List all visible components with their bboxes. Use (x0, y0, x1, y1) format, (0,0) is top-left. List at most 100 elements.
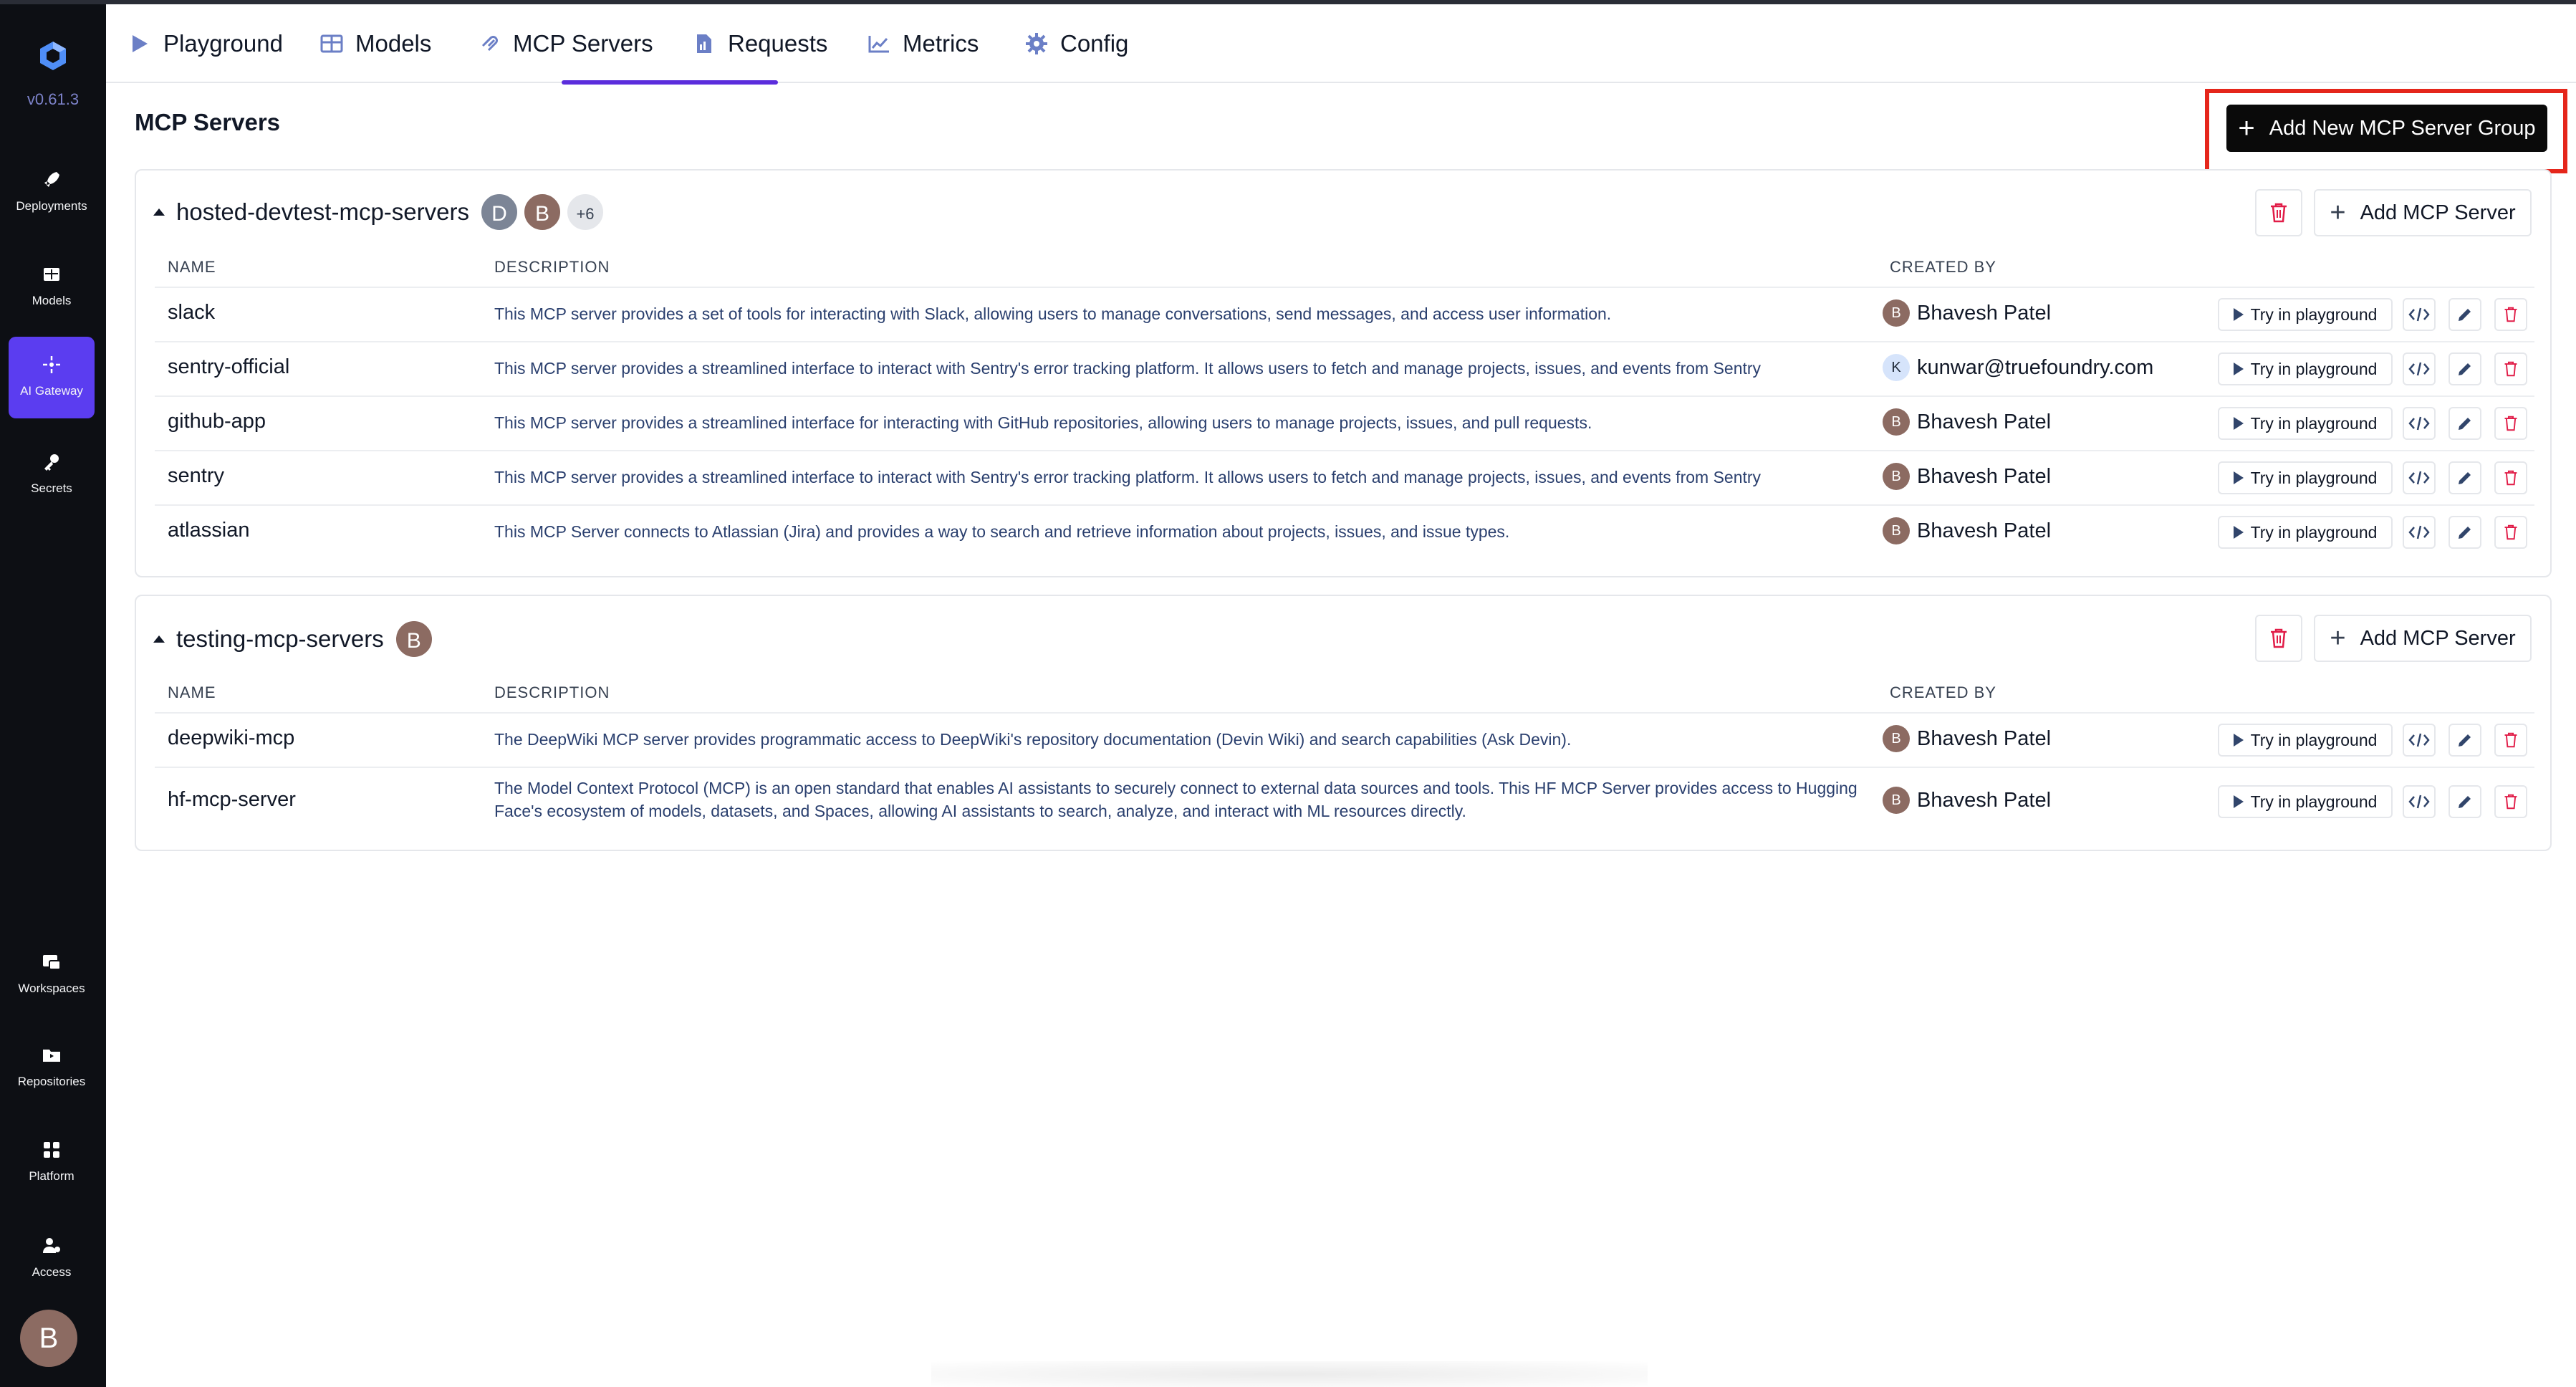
sidebar-item-deployments[interactable]: Deployments (9, 152, 95, 234)
sidebar-item-secrets[interactable]: Secrets (9, 434, 95, 516)
tab-mcp-servers[interactable]: MCP Servers (477, 4, 653, 83)
tab-models[interactable]: Models (319, 4, 431, 83)
delete-group-button[interactable] (2255, 189, 2302, 236)
add-mcp-server-button[interactable]: + Add MCP Server (2314, 189, 2532, 236)
avatar: B (1883, 408, 1910, 436)
edit-button[interactable] (2448, 724, 2481, 757)
trash-icon (2504, 307, 2517, 322)
sidebar-item-repositories[interactable]: Repositories (9, 1027, 95, 1109)
try-in-playground-button[interactable]: Try in playground (2218, 298, 2393, 331)
mcp-server-group: testing-mcp-servers B + Add MCP Server N… (135, 595, 2552, 851)
tab-config[interactable]: Config (1024, 4, 1128, 83)
delete-server-button[interactable] (2494, 352, 2527, 385)
edit-button[interactable] (2448, 352, 2481, 385)
table-row[interactable]: atlassian This MCP Server connects to At… (155, 504, 2534, 559)
sidebar-item-platform[interactable]: Platform (9, 1122, 95, 1204)
edit-button[interactable] (2448, 785, 2481, 818)
delete-server-button[interactable] (2494, 516, 2527, 549)
plus-icon: + (2238, 112, 2255, 144)
try-in-playground-button[interactable]: Try in playground (2218, 785, 2393, 818)
play-icon (2233, 308, 2244, 321)
add-group-label: Add New MCP Server Group (2269, 116, 2536, 140)
truefoundry-logo-icon[interactable] (36, 39, 70, 73)
table-row[interactable]: sentry-official This MCP server provides… (155, 341, 2534, 395)
code-icon (2408, 471, 2430, 485)
code-icon (2408, 416, 2430, 431)
code-button[interactable] (2403, 352, 2436, 385)
version-label: v0.61.3 (27, 90, 80, 108)
table-row[interactable]: github-app This MCP server provides a st… (155, 395, 2534, 450)
play-icon (2233, 417, 2244, 430)
delete-server-button[interactable] (2494, 461, 2527, 494)
table-row[interactable]: deepwiki-mcp The DeepWiki MCP server pro… (155, 712, 2534, 767)
server-name[interactable]: github-app (168, 410, 266, 433)
user-avatar[interactable]: B (20, 1310, 77, 1367)
edit-button[interactable] (2448, 461, 2481, 494)
sidebar-item-label: Platform (29, 1169, 75, 1183)
sidebar-item-workspaces[interactable]: Workspaces (9, 934, 95, 1016)
delete-server-button[interactable] (2494, 298, 2527, 331)
created-by: B Bhavesh Patel (1883, 408, 2051, 436)
code-button[interactable] (2403, 298, 2436, 331)
delete-group-button[interactable] (2255, 615, 2302, 662)
play-icon (2233, 363, 2244, 375)
sidebar-item-ai-gateway[interactable]: AI Gateway (9, 337, 95, 418)
code-button[interactable] (2403, 461, 2436, 494)
sidebar: v0.61.3 Deployments Models AI Gateway Se… (0, 4, 106, 1387)
delete-server-button[interactable] (2494, 785, 2527, 818)
server-name[interactable]: atlassian (168, 519, 249, 542)
sidebar-item-label: Models (32, 294, 72, 307)
tab-label: Metrics (903, 30, 979, 57)
play-icon (2233, 795, 2244, 808)
code-button[interactable] (2403, 407, 2436, 440)
server-name[interactable]: sentry-official (168, 355, 289, 379)
plus-icon: + (2330, 198, 2346, 228)
tab-playground[interactable]: Playground (128, 4, 283, 83)
table-row[interactable]: sentry This MCP server provides a stream… (155, 450, 2534, 504)
add-server-label: Add MCP Server (2360, 201, 2516, 224)
try-in-playground-button[interactable]: Try in playground (2218, 461, 2393, 494)
sidebar-item-models[interactable]: Models (9, 246, 95, 328)
top-navigation: Playground Models MCP Servers Requests M… (106, 4, 2576, 85)
collapse-caret-icon[interactable] (153, 635, 165, 643)
try-in-playground-button[interactable]: Try in playground (2218, 724, 2393, 757)
sidebar-item-access[interactable]: Access (9, 1218, 95, 1300)
delete-server-button[interactable] (2494, 407, 2527, 440)
code-button[interactable] (2403, 724, 2436, 757)
code-button[interactable] (2403, 785, 2436, 818)
sidebar-item-label: Secrets (31, 481, 72, 495)
sidebar-item-label: Repositories (17, 1075, 86, 1088)
document-icon (692, 32, 716, 56)
group-header[interactable]: hosted-devtest-mcp-servers D B +6 (153, 191, 605, 234)
try-in-playground-button[interactable]: Try in playground (2218, 516, 2393, 549)
tab-requests[interactable]: Requests (692, 4, 827, 83)
column-header-name: NAME (168, 683, 216, 701)
try-in-playground-button[interactable]: Try in playground (2218, 407, 2393, 440)
tab-metrics[interactable]: Metrics (867, 4, 979, 83)
server-name[interactable]: sentry (168, 464, 224, 488)
server-description: This MCP Server connects to Atlassian (J… (494, 522, 1510, 541)
created-by: B Bhavesh Patel (1883, 463, 2051, 490)
code-button[interactable] (2403, 516, 2436, 549)
edit-button[interactable] (2448, 516, 2481, 549)
avatar: B (1883, 463, 1910, 490)
server-name[interactable]: deepwiki-mcp (168, 726, 294, 750)
group-header[interactable]: testing-mcp-servers B (153, 618, 434, 661)
add-mcp-server-group-button[interactable]: + Add New MCP Server Group (2226, 105, 2547, 152)
table-row[interactable]: hf-mcp-server The Model Context Protocol… (155, 767, 2534, 832)
creator-name: Bhavesh Patel (1917, 464, 2052, 488)
trash-icon (2271, 628, 2287, 648)
add-mcp-server-button[interactable]: + Add MCP Server (2314, 615, 2532, 662)
avatar: B (522, 192, 562, 232)
trash-icon (2504, 732, 2517, 748)
tab-label: Playground (163, 30, 283, 57)
edit-button[interactable] (2448, 298, 2481, 331)
table-row[interactable]: slack This MCP server provides a set of … (155, 287, 2534, 341)
server-name[interactable]: hf-mcp-server (168, 788, 296, 812)
edit-button[interactable] (2448, 407, 2481, 440)
try-in-playground-button[interactable]: Try in playground (2218, 352, 2393, 385)
delete-server-button[interactable] (2494, 724, 2527, 757)
collapse-caret-icon[interactable] (153, 208, 165, 216)
avatar: K (1883, 354, 1910, 381)
server-name[interactable]: slack (168, 301, 215, 325)
